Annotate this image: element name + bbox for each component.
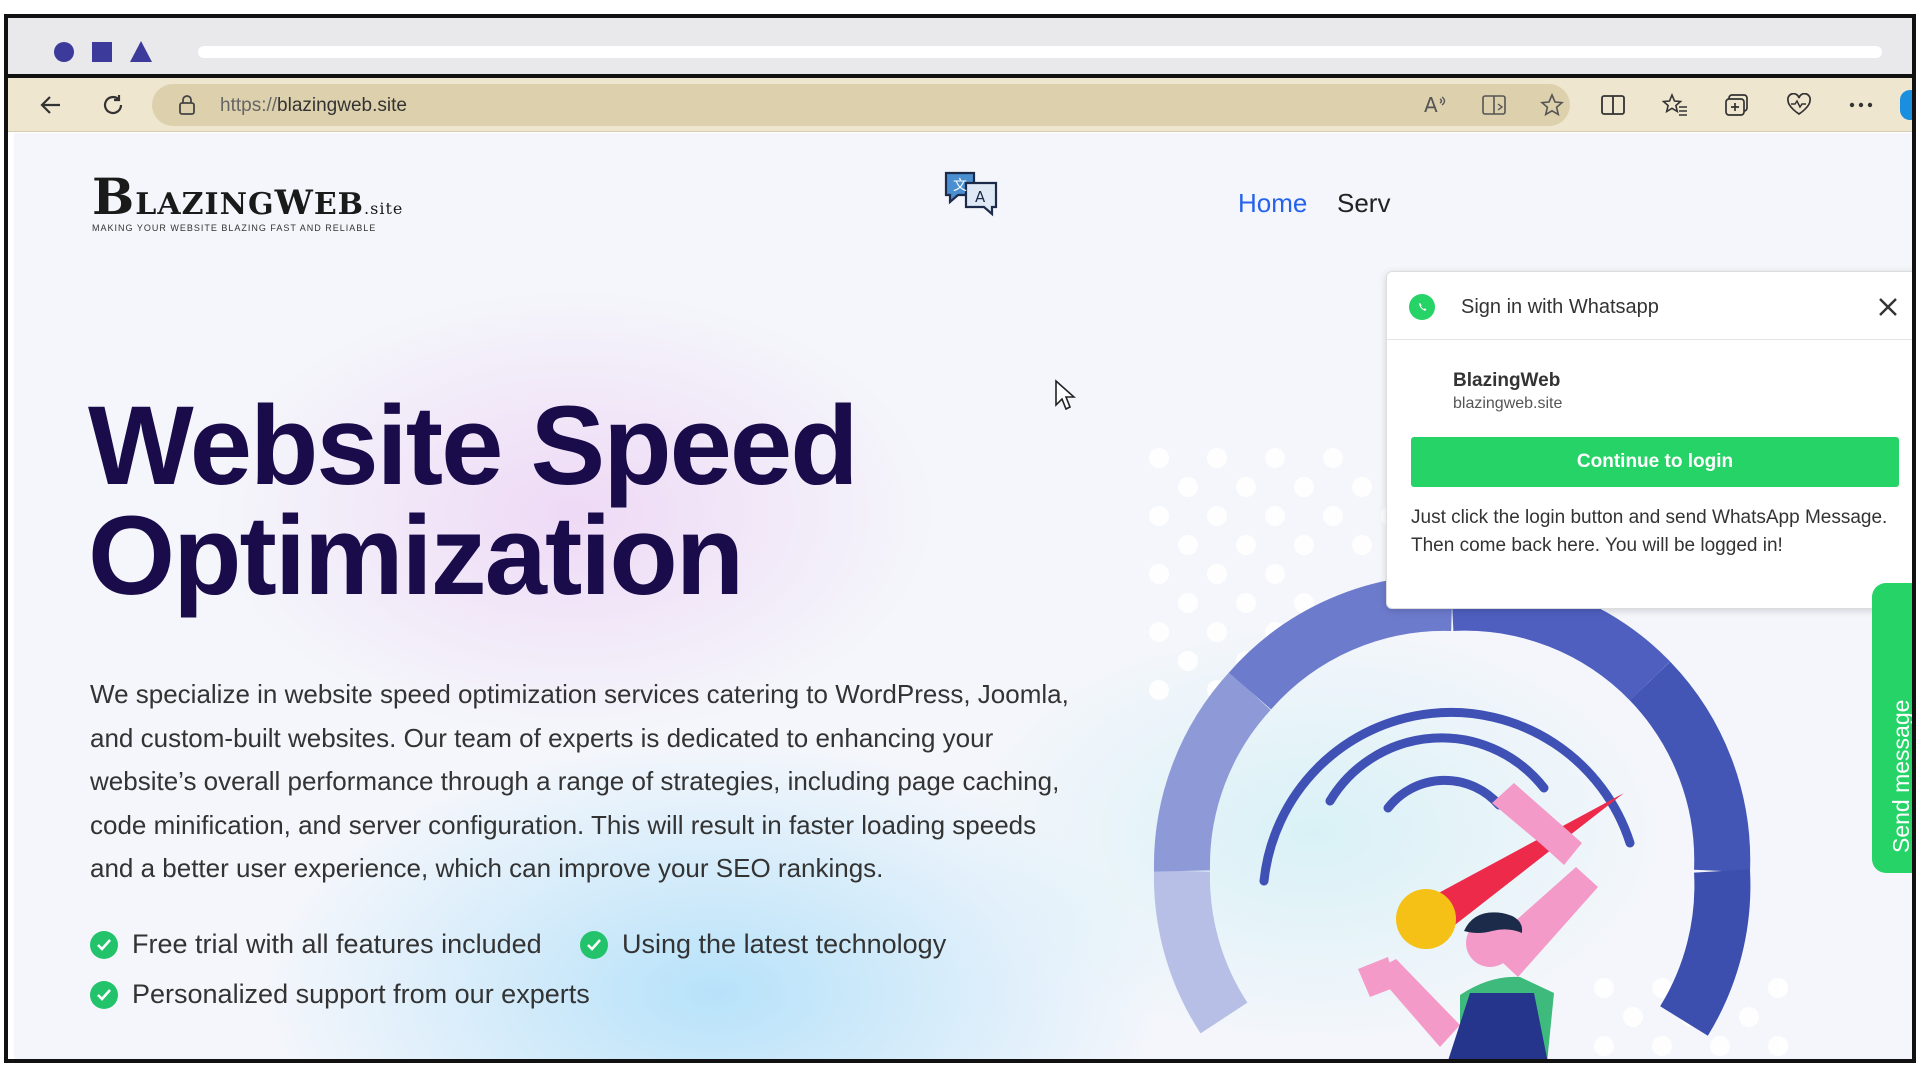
url-domain: blazingweb.site xyxy=(277,95,407,116)
check-circle-icon xyxy=(580,930,608,959)
send-message-label: Send message xyxy=(1888,699,1914,853)
back-button[interactable] xyxy=(32,86,70,124)
square-icon xyxy=(92,42,112,62)
reload-button[interactable] xyxy=(94,86,132,124)
svg-text:A: A xyxy=(975,188,986,206)
nav-services-link[interactable]: Serv xyxy=(1337,188,1390,219)
logo-tagline: MAKING YOUR WEBSITE BLAZING FAST AND REL… xyxy=(92,223,377,233)
hero-title: Website Speed Optimization xyxy=(88,383,859,618)
copilot-icon[interactable] xyxy=(1900,90,1912,120)
check-circle-icon xyxy=(90,930,118,959)
window-titlebar xyxy=(8,18,1912,78)
translate-icon[interactable]: 文 A xyxy=(942,169,1000,217)
logo-text-lazing: LAZING xyxy=(135,187,275,222)
hero-title-line2: Optimization xyxy=(88,493,744,618)
address-bar[interactable]: https://blazingweb.site A xyxy=(152,84,1570,126)
continue-to-login-button[interactable]: Continue to login xyxy=(1411,437,1899,487)
popup-title: Sign in with Whatsapp xyxy=(1461,296,1659,318)
check-circle-icon xyxy=(90,980,118,1009)
logo-wordmark: BLAZINGWEB.site xyxy=(92,167,403,226)
logo-text-site: .site xyxy=(364,199,404,218)
gauge-inner-arc-3 xyxy=(1383,775,1504,813)
hero-description: We specialize in website speed optimizat… xyxy=(90,679,1069,883)
collections-icon xyxy=(1725,94,1748,116)
url-text: https://blazingweb.site xyxy=(220,95,407,117)
heart-pulse-icon xyxy=(1787,93,1811,116)
browser-toolbar: https://blazingweb.site A xyxy=(8,78,1912,132)
collections-button[interactable] xyxy=(1718,86,1756,124)
triangle-icon xyxy=(130,41,152,62)
close-button[interactable] xyxy=(1875,294,1901,320)
hero-title-line1: Website Speed xyxy=(88,383,859,508)
gauge-hub xyxy=(1396,889,1456,949)
svg-text:文: 文 xyxy=(953,178,967,194)
split-screen-button[interactable] xyxy=(1594,86,1632,124)
split-screen-icon xyxy=(1601,95,1625,115)
feature-text: Using the latest technology xyxy=(622,929,947,959)
feature-text: Free trial with all features included xyxy=(132,929,542,959)
mouse-cursor-icon xyxy=(1055,379,1076,411)
popup-header: Sign in with Whatsapp xyxy=(1387,272,1912,340)
window-frame: https://blazingweb.site A BLAZINGWEB.sit… xyxy=(4,14,1916,1063)
logo-text-eb: EB xyxy=(313,187,365,222)
cta-button-partial[interactable] xyxy=(126,1059,276,1063)
logo-letter-w: W xyxy=(274,183,314,223)
site-logo[interactable]: BLAZINGWEB.site MAKING YOUR WEBSITE BLAZ… xyxy=(92,167,402,237)
feature-text: Personalized support from our experts xyxy=(132,979,590,1009)
immersive-reader-icon[interactable] xyxy=(1482,94,1508,116)
logo-letter-b: B xyxy=(92,167,136,226)
reload-icon xyxy=(103,95,123,115)
circle-icon xyxy=(54,42,74,62)
browser-essentials-button[interactable] xyxy=(1780,86,1818,124)
whatsapp-signin-popup: Sign in with Whatsapp BlazingWeb blazing… xyxy=(1386,271,1912,609)
web-page: BLAZINGWEB.site MAKING YOUR WEBSITE BLAZ… xyxy=(14,133,1914,1063)
feature-item: Using the latest technology xyxy=(580,929,946,960)
popup-site-domain: blazingweb.site xyxy=(1453,395,1563,412)
read-aloud-icon[interactable]: A xyxy=(1424,94,1448,116)
back-arrow-icon xyxy=(40,96,60,114)
gauge-outer-arc xyxy=(1153,574,1751,1036)
more-dots-icon xyxy=(1849,102,1873,108)
favorites-button[interactable] xyxy=(1656,86,1694,124)
popup-site-name: BlazingWeb xyxy=(1453,370,1561,391)
popup-note: Just click the login button and send Wha… xyxy=(1411,507,1888,556)
person-figure xyxy=(1358,783,1598,1059)
send-message-tab[interactable]: Send message xyxy=(1872,583,1914,873)
feature-item: Free trial with all features included xyxy=(90,929,542,960)
close-icon xyxy=(1879,298,1897,316)
feature-item: Personalized support from our experts xyxy=(90,979,590,1010)
favorites-list-icon xyxy=(1662,93,1687,116)
svg-text:A: A xyxy=(1424,94,1438,116)
nav-home-link[interactable]: Home xyxy=(1238,188,1307,219)
title-bar-placeholder xyxy=(198,46,1882,58)
lock-icon xyxy=(179,95,195,115)
favorite-star-icon[interactable] xyxy=(1540,93,1564,117)
url-prefix: https:// xyxy=(220,95,278,116)
whatsapp-icon xyxy=(1409,294,1435,320)
more-button[interactable] xyxy=(1842,86,1880,124)
